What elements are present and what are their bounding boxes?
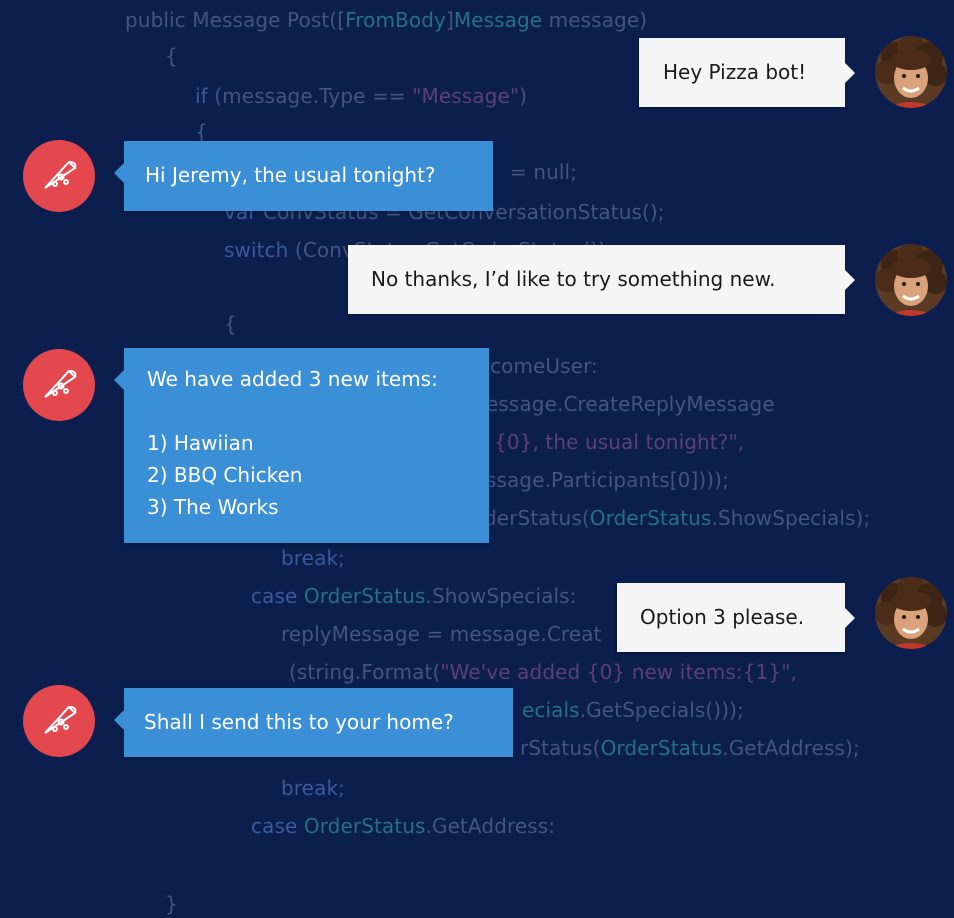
code-line: (string.Format("We've added {0} new item… [289, 658, 797, 686]
pizza-slice-icon [44, 369, 77, 398]
code-token: ecials [522, 698, 580, 722]
bot-avatar [23, 349, 95, 421]
message-text: Shall I send this to your home? [144, 710, 454, 734]
code-token: ssage.Participants[0]))); [486, 468, 729, 492]
code-token: { [224, 312, 237, 336]
bot-message: Shall I send this to your home? [114, 688, 513, 757]
code-token: comeUser: [490, 354, 598, 378]
code-token: = null; [510, 160, 578, 184]
code-token: OrderStatus [589, 506, 712, 530]
code-token: .GetAddress: [425, 814, 556, 838]
code-token: OrderStatus [303, 814, 426, 838]
pizza-slice-icon [44, 160, 77, 189]
code-token: "We've added {0} new items:{1}", [440, 660, 797, 684]
code-token: public Message Post([ [125, 8, 346, 32]
bot-message: Hi Jeremy, the usual tonight? [114, 141, 493, 211]
code-line: comeUser: [490, 352, 598, 380]
code-line: ecials.GetSpecials())); [522, 696, 744, 724]
code-line: case OrderStatus.ShowSpecials: [251, 582, 576, 610]
code-token: } [165, 892, 178, 916]
code-token: switch [224, 238, 289, 262]
pizza-slice-icon [44, 705, 77, 734]
code-token: derStatus( [484, 506, 590, 530]
code-line: break; [281, 774, 345, 802]
user-avatar [875, 577, 947, 649]
message-text: 3) The Works [147, 495, 279, 519]
code-line: { [165, 42, 178, 70]
code-token: OrderStatus [303, 584, 426, 608]
code-token: ] [445, 8, 454, 32]
code-token: break; [281, 776, 345, 800]
bot-avatar [23, 685, 95, 757]
code-line: ssage.Participants[0]))); [486, 466, 729, 494]
code-token: case [251, 814, 298, 838]
code-token: { [165, 44, 178, 68]
code-line: rStatus(OrderStatus.GetAddress); [520, 734, 860, 762]
message-text: We have added 3 new items: [147, 367, 438, 391]
message-text: Option 3 please. [640, 605, 805, 629]
code-token: {0}, the usual tonight?", [494, 430, 745, 454]
code-token: "Message" [412, 84, 520, 108]
user-avatar [875, 36, 947, 108]
code-token: message) [542, 8, 648, 32]
code-token: .ShowSpecials: [425, 584, 577, 608]
message-text [147, 395, 489, 427]
code-token: .ShowSpecials); [711, 506, 871, 530]
code-token: OrderStatus [600, 736, 723, 760]
code-line: case OrderStatus.GetAddress: [251, 812, 555, 840]
user-message: Hey Pizza bot! [639, 38, 855, 107]
code-token: if [195, 84, 208, 108]
code-line: public Message Post([FromBody]Message me… [125, 6, 647, 34]
code-line: } [165, 890, 178, 918]
bot-message: We have added 3 new items: 1) Hawiian 2)… [114, 348, 489, 543]
message-text: 2) BBQ Chicken [147, 463, 303, 487]
code-token: .GetAddress); [722, 736, 860, 760]
user-message: No thanks, I’d like to try something new… [348, 245, 855, 314]
code-token: ) [519, 84, 528, 108]
code-token: Message [453, 8, 543, 32]
code-token: FromBody [345, 8, 446, 32]
message-text: No thanks, I’d like to try something new… [371, 267, 776, 291]
code-token: .GetSpecials())); [579, 698, 744, 722]
user-avatar [875, 244, 947, 316]
bot-avatar [23, 140, 95, 212]
code-token: essage.CreateReplyMessage [486, 392, 775, 416]
code-line: = null; [510, 158, 577, 186]
code-line: if (message.Type == "Message") [195, 82, 527, 110]
code-line: {0}, the usual tonight?", [494, 428, 744, 456]
code-token: break; [281, 546, 345, 570]
user-message: Option 3 please. [617, 583, 855, 652]
code-token: (string.Format( [289, 660, 441, 684]
code-line: break; [281, 544, 345, 572]
code-token: (message.Type == [207, 84, 413, 108]
message-text: Hi Jeremy, the usual tonight? [145, 163, 436, 187]
message-text: Hey Pizza bot! [663, 60, 807, 84]
code-token: case [251, 584, 298, 608]
code-line: { [224, 310, 237, 338]
code-line: replyMessage = message.Creat [281, 620, 602, 648]
code-line: essage.CreateReplyMessage [486, 390, 775, 418]
message-text: 1) Hawiian [147, 431, 254, 455]
code-token: rStatus( [520, 736, 601, 760]
code-line: derStatus(OrderStatus.ShowSpecials); [484, 504, 870, 532]
code-token: replyMessage = message.Creat [281, 622, 602, 646]
